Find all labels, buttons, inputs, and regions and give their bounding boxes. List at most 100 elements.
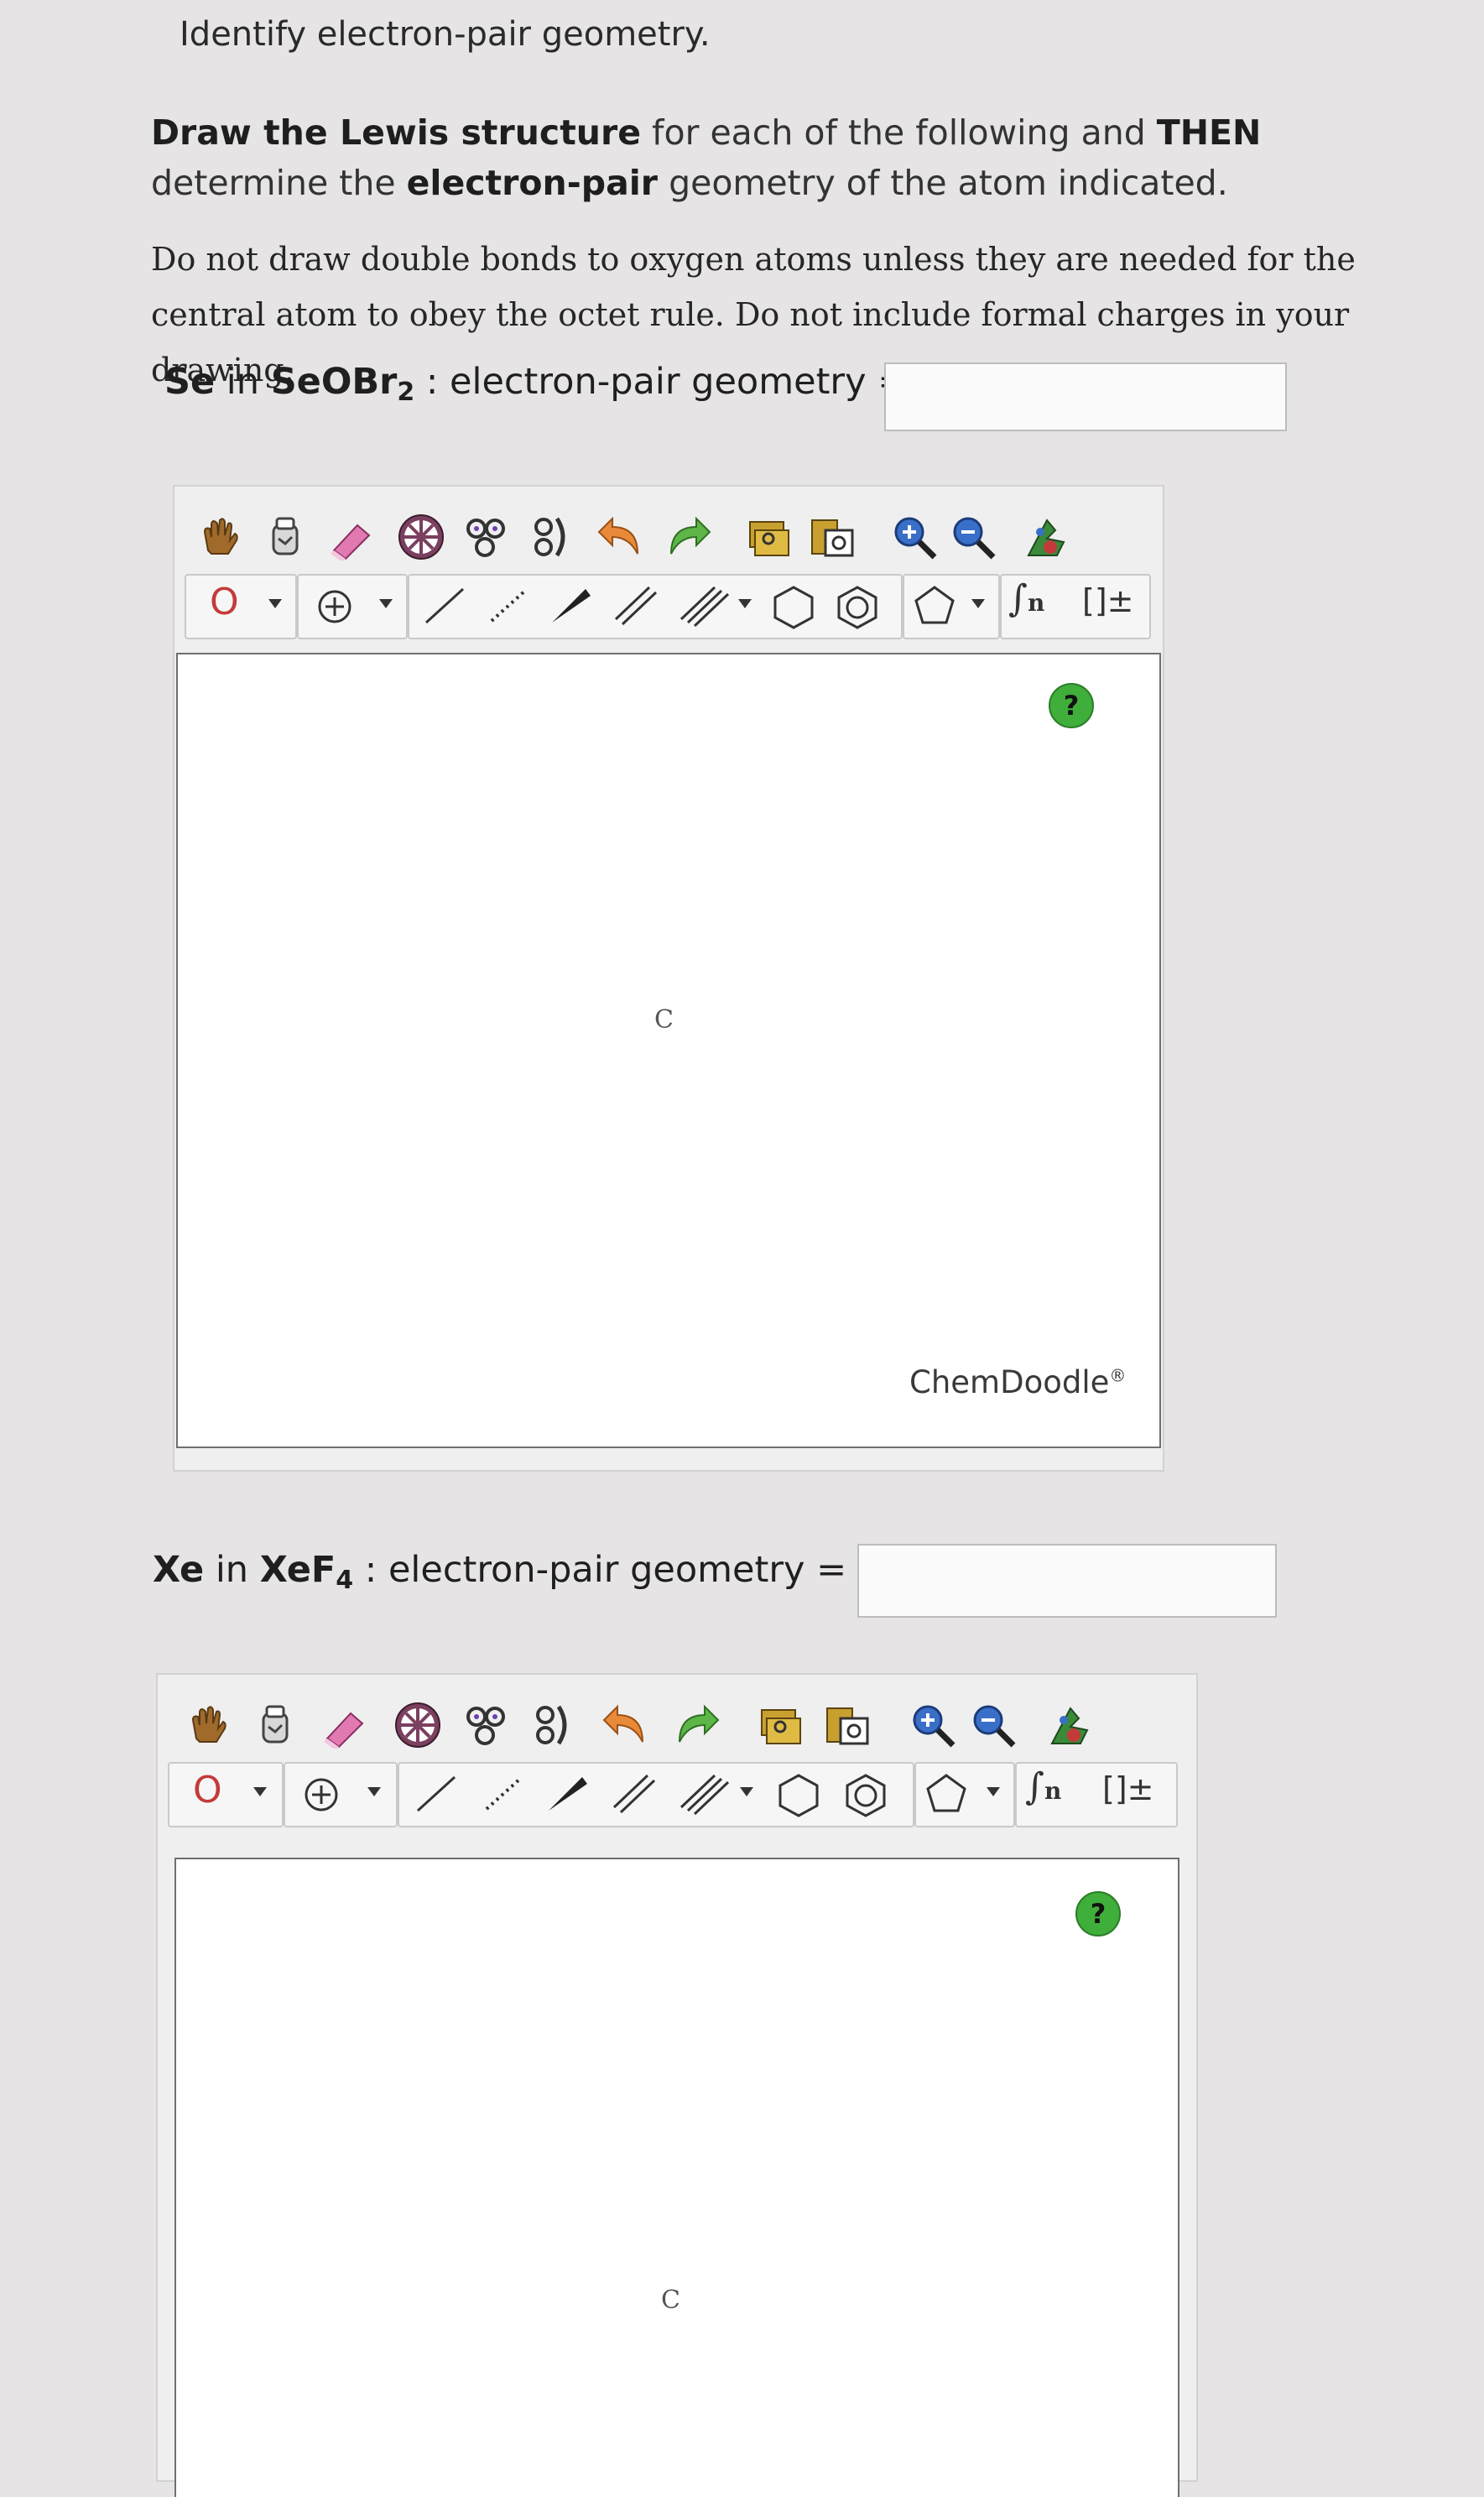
sketcher-1-toolbar-top xyxy=(174,503,1163,571)
double-bond-icon[interactable] xyxy=(612,584,659,628)
chevron-down-icon[interactable] xyxy=(971,599,985,608)
plus-charge-icon xyxy=(318,590,351,623)
zoom-out-icon[interactable] xyxy=(966,1698,1020,1752)
plus-charge-icon xyxy=(305,1778,338,1811)
question-1-atom: Se xyxy=(164,361,216,403)
repeat-unit-icon[interactable]: ∫n xyxy=(1008,577,1044,620)
answer-box-2[interactable] xyxy=(857,1544,1277,1618)
instructions-bold-3: THEN xyxy=(1156,112,1262,153)
question-2-formula-sub: 4 xyxy=(336,1566,354,1595)
hand-icon[interactable] xyxy=(193,510,247,564)
redo-icon[interactable] xyxy=(661,510,715,564)
redo-icon[interactable] xyxy=(669,1698,723,1752)
atom-selector[interactable]: O xyxy=(168,1762,284,1827)
wedge-bond-icon[interactable] xyxy=(547,584,594,628)
single-bond-icon[interactable] xyxy=(421,584,468,628)
bond-tools xyxy=(408,574,903,639)
zoom-in-icon[interactable] xyxy=(888,510,941,564)
triple-bond-icon[interactable] xyxy=(680,584,730,628)
question-2-in: in xyxy=(204,1549,260,1591)
instructions-bold-1: Draw the Lewis structure xyxy=(151,112,642,153)
hexagon-ring-icon[interactable] xyxy=(775,1772,822,1819)
chevron-down-icon[interactable] xyxy=(987,1787,1000,1796)
clean-icon[interactable] xyxy=(527,1698,581,1752)
chevron-down-icon[interactable] xyxy=(253,1787,267,1796)
help-icon[interactable]: ? xyxy=(1049,683,1094,728)
eraser-icon[interactable] xyxy=(324,510,378,564)
instructions-text-2: for each of the following and xyxy=(641,112,1157,153)
triple-bond-icon[interactable] xyxy=(680,1772,730,1816)
zoom-in-icon[interactable] xyxy=(906,1698,960,1752)
question-1-formula-main: SeOBr xyxy=(270,361,398,403)
single-bond-icon[interactable] xyxy=(413,1772,460,1816)
lasso-icon[interactable] xyxy=(258,510,312,564)
benzene-ring-icon[interactable] xyxy=(842,1772,889,1819)
question-2-formula: XeF4 xyxy=(259,1549,353,1595)
ring-selector[interactable] xyxy=(914,1762,1015,1827)
instructions-text-6: geometry of the atom indicated. xyxy=(658,163,1228,203)
paste-icon[interactable] xyxy=(820,1698,874,1752)
chevron-down-icon[interactable] xyxy=(367,1787,381,1796)
charge-selector[interactable] xyxy=(284,1762,398,1827)
settings-icon[interactable] xyxy=(1020,510,1074,564)
chevron-down-icon[interactable] xyxy=(268,599,282,608)
instructions-bold-5: electron-pair xyxy=(406,163,659,203)
sketcher-2-toolbar-bottom: O ∫n []± xyxy=(158,1759,1196,1827)
center-icon[interactable] xyxy=(391,1698,445,1752)
chemdoodle-brand: ChemDoodle® xyxy=(909,1364,1126,1400)
sketcher-1: O ∫n []± ? C ChemDoodle® xyxy=(173,485,1164,1472)
question-2-formula-main: XeF xyxy=(259,1549,336,1591)
dashed-bond-icon[interactable] xyxy=(485,584,532,628)
question-2-label: : electron-pair geometry = xyxy=(353,1549,847,1591)
double-bond-icon[interactable] xyxy=(611,1772,658,1816)
repeat-unit-icon[interactable]: ∫n xyxy=(1025,1765,1061,1808)
instructions-text-4: determine the xyxy=(151,163,407,203)
answer-box-1[interactable] xyxy=(884,362,1287,431)
charge-selector[interactable] xyxy=(297,574,408,639)
paste-icon[interactable] xyxy=(805,510,859,564)
undo-icon[interactable] xyxy=(599,1698,653,1752)
sketcher-2-toolbar-top xyxy=(158,1692,1196,1759)
drawing-canvas-1[interactable]: ? C ChemDoodle® xyxy=(176,653,1161,1448)
zoom-out-icon[interactable] xyxy=(946,510,1000,564)
dashed-bond-icon[interactable] xyxy=(480,1772,527,1816)
atom-selector[interactable]: O xyxy=(185,574,297,639)
question-2-atom: Xe xyxy=(153,1549,205,1591)
bracket-charge-icon[interactable]: []± xyxy=(1102,1770,1154,1807)
undo-icon[interactable] xyxy=(594,510,648,564)
question-1-formula: SeOBr2 xyxy=(270,361,415,407)
hand-icon[interactable] xyxy=(181,1698,235,1752)
question-1-label: : electron-pair geometry = xyxy=(414,361,909,403)
pentagon-ring-icon xyxy=(914,586,955,624)
lasso-icon[interactable] xyxy=(248,1698,302,1752)
chevron-down-icon[interactable] xyxy=(740,1787,753,1796)
clean-icon[interactable] xyxy=(525,510,579,564)
brand-text: ChemDoodle xyxy=(909,1364,1110,1400)
chevron-down-icon[interactable] xyxy=(738,599,752,608)
copy-icon[interactable] xyxy=(742,510,795,564)
sketcher-2: O ∫n []± ? C xyxy=(156,1673,1198,2497)
chevron-down-icon[interactable] xyxy=(379,599,393,608)
instructions: Draw the Lewis structure for each of the… xyxy=(151,107,1409,208)
hexagon-ring-icon[interactable] xyxy=(770,584,817,631)
canvas-atom: C xyxy=(661,2286,680,2315)
drawing-canvas-2[interactable]: ? C xyxy=(174,1858,1179,2497)
center-icon[interactable] xyxy=(394,510,448,564)
page-title: Identify electron-pair geometry. xyxy=(180,15,711,54)
bracket-charge-icon[interactable]: []± xyxy=(1082,582,1134,619)
atom-selector-label: O xyxy=(210,581,239,623)
clear-icon[interactable] xyxy=(460,1698,513,1752)
question-1-formula-sub: 2 xyxy=(397,378,415,407)
brand-mark: ® xyxy=(1109,1365,1127,1386)
settings-icon[interactable] xyxy=(1044,1698,1097,1752)
copy-icon[interactable] xyxy=(753,1698,807,1752)
ring-selector[interactable] xyxy=(903,574,1000,639)
clear-icon[interactable] xyxy=(460,510,513,564)
pentagon-ring-icon xyxy=(926,1774,966,1812)
canvas-atom: C xyxy=(654,1005,674,1035)
wedge-bond-icon[interactable] xyxy=(544,1772,591,1816)
benzene-ring-icon[interactable] xyxy=(834,584,881,631)
sketcher-1-toolbar-bottom: O ∫n []± xyxy=(174,571,1163,639)
eraser-icon[interactable] xyxy=(317,1698,371,1752)
help-icon[interactable]: ? xyxy=(1075,1891,1121,1937)
